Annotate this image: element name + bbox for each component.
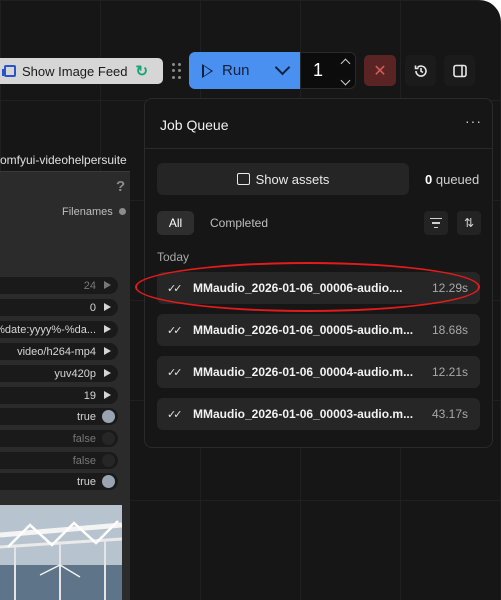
job-duration: 18.68s — [431, 323, 468, 337]
show-image-feed-button[interactable]: Show Image Feed ↻ — [0, 58, 163, 84]
widget-value: 24 — [83, 279, 96, 292]
widget-value: true — [77, 410, 96, 423]
widget-value: 19 — [83, 389, 96, 402]
video-preview-thumbnail[interactable] — [0, 505, 122, 600]
job-name: MMaudio_2026-01-06_00005-audio.m... — [193, 323, 414, 337]
queued-count: 0 queued — [425, 172, 479, 187]
batch-count-stepper[interactable] — [340, 57, 351, 86]
node-widget-combo[interactable]: yuv420p — [0, 365, 118, 382]
show-assets-label: Show assets — [255, 171, 330, 187]
filenames-output-slot[interactable] — [119, 208, 126, 215]
drag-handle-icon[interactable] — [172, 63, 182, 79]
widget-value: 0 — [89, 301, 96, 314]
cancel-run-button[interactable]: ✕ — [364, 55, 396, 86]
show-image-feed-label: Show Image Feed — [22, 63, 128, 79]
double-check-icon: ✓✓ — [167, 366, 182, 379]
node-widget-toggle[interactable]: true — [0, 473, 118, 490]
job-row[interactable]: ✓✓ MMaudio_2026-01-06_00003-audio.m... 43.… — [157, 398, 480, 430]
double-check-icon: ✓✓ — [167, 408, 182, 421]
toggle-knob-icon — [102, 410, 115, 423]
close-icon: ✕ — [373, 62, 387, 80]
run-label: Run — [222, 62, 250, 79]
queued-number: 0 — [425, 172, 433, 187]
refresh-icon: ↻ — [135, 63, 149, 80]
chevron-right-icon[interactable] — [104, 325, 111, 333]
divider — [145, 148, 492, 149]
show-assets-button[interactable]: Show assets — [157, 163, 409, 195]
job-row[interactable]: ✓✓ MMaudio_2026-01-06_00005-audio.m... 18.… — [157, 314, 480, 346]
job-queue-title: Job Queue — [160, 117, 229, 133]
panel-toggle-icon — [452, 64, 467, 77]
highlight-annotation — [135, 262, 480, 312]
decrement-icon[interactable] — [340, 75, 351, 86]
node-widget-combo[interactable]: video/h264-mp4 — [0, 343, 118, 360]
node-widget-number[interactable]: 24 — [0, 277, 118, 294]
batch-count-input[interactable]: 1 — [300, 52, 356, 89]
widget-value: false — [72, 432, 96, 445]
chevron-down-icon[interactable] — [274, 59, 291, 76]
image-feed-icon — [2, 65, 16, 77]
node-title: omfyui-videohelpersuite — [0, 153, 127, 167]
job-duration: 12.21s — [431, 365, 468, 379]
job-name: MMaudio_2026-01-06_00003-audio.m... — [193, 407, 414, 421]
widget-value: yuv420p — [54, 367, 96, 380]
chevron-right-icon[interactable] — [104, 303, 111, 311]
job-name: MMaudio_2026-01-06_00004-audio.m... — [193, 365, 414, 379]
tab-all[interactable]: All — [157, 211, 194, 235]
node-widget-toggle[interactable]: false — [0, 452, 118, 469]
toggle-knob-icon — [102, 454, 115, 467]
chevron-right-icon[interactable] — [104, 347, 111, 355]
chevron-right-icon[interactable] — [104, 391, 111, 399]
section-today: Today — [157, 250, 190, 264]
job-duration: 43.17s — [431, 407, 468, 421]
toggle-knob-icon — [102, 432, 115, 445]
job-row[interactable]: ✓✓ MMaudio_2026-01-06_00004-audio.m... 12.… — [157, 356, 480, 388]
widget-value: %date:yyyy%-%da... — [0, 323, 96, 336]
double-check-icon: ✓✓ — [167, 324, 182, 337]
toggle-knob-icon — [102, 475, 115, 488]
chevron-right-icon[interactable] — [104, 369, 111, 377]
image-icon — [236, 173, 250, 185]
tab-completed[interactable]: Completed — [210, 216, 268, 230]
batch-count-value: 1 — [313, 60, 324, 80]
app-window: Show Image Feed ↻ Run 1 ✕ omfyui-videohe… — [0, 0, 501, 600]
queue-history-button[interactable] — [405, 55, 436, 86]
node-widget-number[interactable]: 0 — [0, 299, 118, 316]
run-button[interactable]: Run — [189, 52, 300, 89]
filenames-output-label: Filenames — [62, 206, 113, 218]
filter-button[interactable] — [424, 211, 448, 235]
node-widget-toggle[interactable]: false — [0, 430, 118, 447]
widget-value: false — [72, 454, 96, 467]
sort-icon: ⇅ — [463, 216, 475, 230]
increment-icon[interactable] — [340, 58, 351, 69]
widget-value: true — [77, 475, 96, 488]
node-widget-toggle[interactable]: true — [0, 408, 118, 425]
widget-value: video/h264-mp4 — [17, 345, 96, 358]
node-widget-number[interactable]: 19 — [0, 387, 118, 404]
history-icon — [414, 64, 427, 77]
toggle-panel-button[interactable] — [444, 55, 475, 86]
play-icon — [202, 63, 213, 78]
help-icon[interactable]: ? — [116, 178, 125, 195]
node-widget-text[interactable]: %date:yyyy%-%da... — [0, 321, 118, 338]
sort-button[interactable]: ⇅ — [457, 211, 481, 235]
queued-label: queued — [435, 172, 480, 187]
more-options-icon[interactable]: ··· — [465, 113, 482, 129]
chevron-right-icon[interactable] — [104, 281, 111, 289]
